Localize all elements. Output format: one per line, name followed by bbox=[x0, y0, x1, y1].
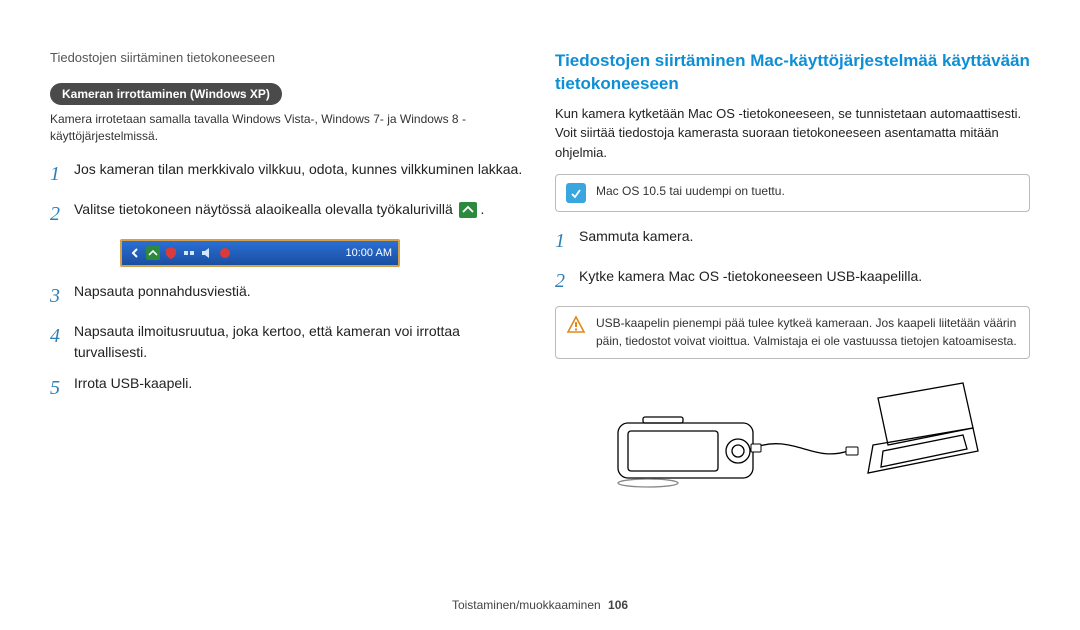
step-text: Jos kameran tilan merkkivalo vilkkuu, od… bbox=[74, 159, 525, 180]
list-item: 4 Napsauta ilmoitusruutua, joka kertoo, … bbox=[50, 321, 525, 363]
info-note-text: Mac OS 10.5 tai uudempi on tuettu. bbox=[596, 183, 785, 200]
section-pill: Kameran irrottaminen (Windows XP) bbox=[50, 83, 282, 105]
step-number: 2 bbox=[50, 199, 74, 229]
step-number: 1 bbox=[50, 159, 74, 189]
volume-icon bbox=[200, 246, 214, 260]
step-text: Napsauta ilmoitusruutua, joka kertoo, et… bbox=[74, 321, 525, 363]
step-text: Kytke kamera Mac OS -tietokoneeseen USB-… bbox=[579, 266, 1030, 287]
step-number: 3 bbox=[50, 281, 74, 311]
warning-note-text: USB-kaapelin pienempi pää tulee kytkeä k… bbox=[596, 315, 1019, 350]
section-pill-sub: Kamera irrotetaan samalla tavalla Window… bbox=[50, 111, 525, 145]
step-number: 5 bbox=[50, 373, 74, 403]
step-text: Valitse tietokoneen näytössä alaoikealla… bbox=[74, 199, 525, 220]
step-text: Napsauta ponnahdusviestiä. bbox=[74, 281, 525, 302]
camera-to-laptop-illustration bbox=[603, 373, 983, 493]
updates-icon bbox=[218, 246, 232, 260]
info-icon bbox=[566, 183, 586, 203]
chevron-left-icon bbox=[128, 246, 142, 260]
page-header: Tiedostojen siirtäminen tietokoneeseen bbox=[50, 50, 525, 65]
step-number: 4 bbox=[50, 321, 74, 351]
list-item: 1 Sammuta kamera. bbox=[555, 226, 1030, 256]
shield-icon bbox=[164, 246, 178, 260]
taskbar-clock: 10:00 AM bbox=[346, 247, 392, 259]
period: . bbox=[481, 201, 485, 217]
safely-remove-hardware-icon bbox=[459, 202, 477, 218]
step-text: Sammuta kamera. bbox=[579, 226, 1030, 247]
list-item: 5 Irrota USB-kaapeli. bbox=[50, 373, 525, 403]
list-item: 3 Napsauta ponnahdusviestiä. bbox=[50, 281, 525, 311]
list-item: 2 Kytke kamera Mac OS -tietokoneeseen US… bbox=[555, 266, 1030, 296]
step-number: 1 bbox=[555, 226, 579, 256]
step-text: Irrota USB-kaapeli. bbox=[74, 373, 525, 394]
list-item: 1 Jos kameran tilan merkkivalo vilkkuu, … bbox=[50, 159, 525, 189]
list-item: 2 Valitse tietokoneen näytössä alaoikeal… bbox=[50, 199, 525, 229]
section-title: Tiedostojen siirtäminen Mac-käyttöjärjes… bbox=[555, 50, 1030, 96]
warning-icon bbox=[566, 315, 586, 335]
right-steps: 1 Sammuta kamera. 2 Kytke kamera Mac OS … bbox=[555, 226, 1030, 296]
footer-section: Toistaminen/muokkaaminen bbox=[452, 598, 601, 612]
network-icon bbox=[182, 246, 196, 260]
intro-text: Kun kamera kytketään Mac OS -tietokonees… bbox=[555, 104, 1030, 163]
info-note: Mac OS 10.5 tai uudempi on tuettu. bbox=[555, 174, 1030, 212]
page-content: Tiedostojen siirtäminen tietokoneeseen K… bbox=[0, 0, 1080, 493]
windows-taskbar-example: 10:00 AM bbox=[120, 239, 400, 267]
warning-note: USB-kaapelin pienempi pää tulee kytkeä k… bbox=[555, 306, 1030, 359]
left-column: Tiedostojen siirtäminen tietokoneeseen K… bbox=[50, 50, 525, 493]
left-steps: 1 Jos kameran tilan merkkivalo vilkkuu, … bbox=[50, 159, 525, 229]
tray-icons bbox=[128, 246, 232, 260]
page-number: 106 bbox=[608, 598, 628, 612]
right-column: Tiedostojen siirtäminen Mac-käyttöjärjes… bbox=[555, 50, 1030, 493]
safely-remove-hardware-icon bbox=[146, 246, 160, 260]
page-footer: Toistaminen/muokkaaminen 106 bbox=[0, 598, 1080, 612]
left-steps-continued: 3 Napsauta ponnahdusviestiä. 4 Napsauta … bbox=[50, 281, 525, 403]
step-number: 2 bbox=[555, 266, 579, 296]
